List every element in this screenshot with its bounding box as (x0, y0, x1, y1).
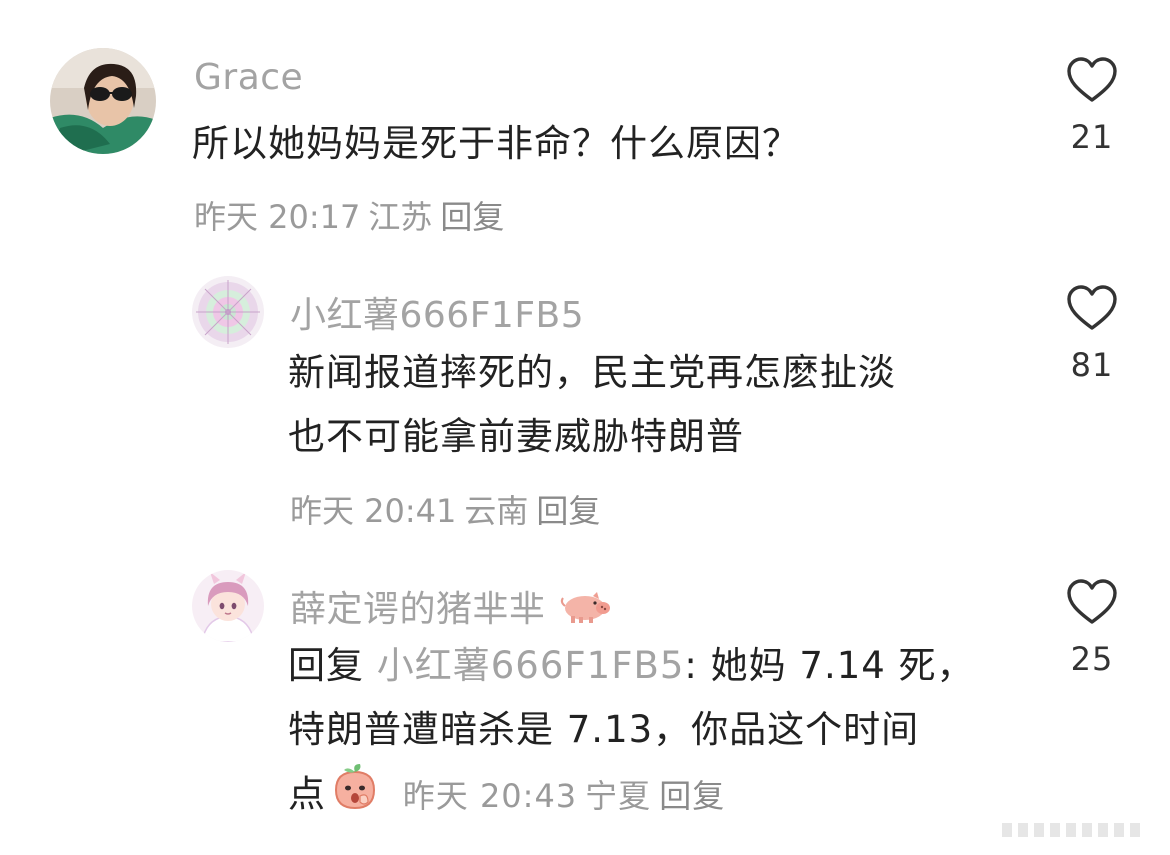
username[interactable]: 小红薯666F1FB5 (290, 286, 584, 338)
pig-emoji (557, 590, 611, 633)
comment-text-line: 新闻报道摔死的，民主党再怎麽扯淡 (288, 351, 896, 394)
comment-text: 新闻报道摔死的，民主党再怎麽扯淡 也不可能拿前妻威胁特朗普 (288, 341, 896, 469)
avatar[interactable] (192, 276, 264, 348)
watermark (1002, 819, 1152, 841)
reply-button[interactable]: 回复 (440, 198, 504, 236)
comment-text: 所以她妈妈是死于非命？什么原因？ (192, 122, 800, 165)
comment-time: 昨天 20:41 (290, 492, 457, 530)
comment-time: 昨天 20:17 (194, 198, 361, 236)
reply-target-username[interactable]: 小红薯666F1FB5 (377, 644, 685, 687)
comment-text-line: 回复 小红薯666F1FB5: 她妈 7.14 死， (288, 634, 975, 698)
like-count: 25 (1070, 640, 1114, 678)
comment-text-segment: 点 (288, 772, 326, 816)
comment-time: 昨天 20:43 (402, 776, 578, 815)
reply-button[interactable]: 回复 (536, 492, 600, 530)
comment-text-segment: : 她妈 7.14 死， (684, 644, 975, 687)
comment-location: 江苏 (368, 198, 433, 236)
username-text: 薛定谔的猪芈芈 (290, 589, 546, 630)
username[interactable]: Grace (194, 57, 303, 98)
avatar[interactable] (50, 48, 156, 154)
like-button[interactable]: 25 (1057, 578, 1127, 678)
comment-meta: 昨天 20:41 云南 回复 (290, 486, 608, 532)
like-count: 21 (1070, 118, 1114, 156)
reply-prefix: 回复 (288, 644, 364, 687)
like-count: 81 (1070, 346, 1114, 384)
heart-icon[interactable] (1065, 56, 1119, 104)
heart-icon[interactable] (1065, 578, 1119, 626)
thinking-peach-emoji (330, 762, 380, 830)
comment-text-line: 也不可能拿前妻威胁特朗普 (288, 415, 744, 458)
comment-location: 宁夏 (585, 776, 652, 815)
username[interactable]: 薛定谔的猪芈芈 (290, 580, 611, 633)
reply-button[interactable]: 回复 (659, 777, 725, 815)
comment-text-line: 特朗普遭暗杀是 7.13，你品这个时间 (288, 708, 920, 751)
comment-text: 回复 小红薯666F1FB5: 她妈 7.14 死， 特朗普遭暗杀是 7.13，… (288, 634, 975, 830)
comment-text-line: 点 昨天 20:43 宁夏 回复 (288, 762, 975, 830)
heart-icon[interactable] (1065, 284, 1119, 332)
avatar[interactable] (192, 570, 264, 642)
like-button[interactable]: 81 (1057, 284, 1127, 384)
like-button[interactable]: 21 (1057, 56, 1127, 156)
comment-meta: 昨天 20:17 江苏 回复 (194, 192, 512, 238)
comment-meta: 昨天 20:43 宁夏 回复 (403, 777, 733, 815)
comment-location: 云南 (464, 492, 529, 530)
